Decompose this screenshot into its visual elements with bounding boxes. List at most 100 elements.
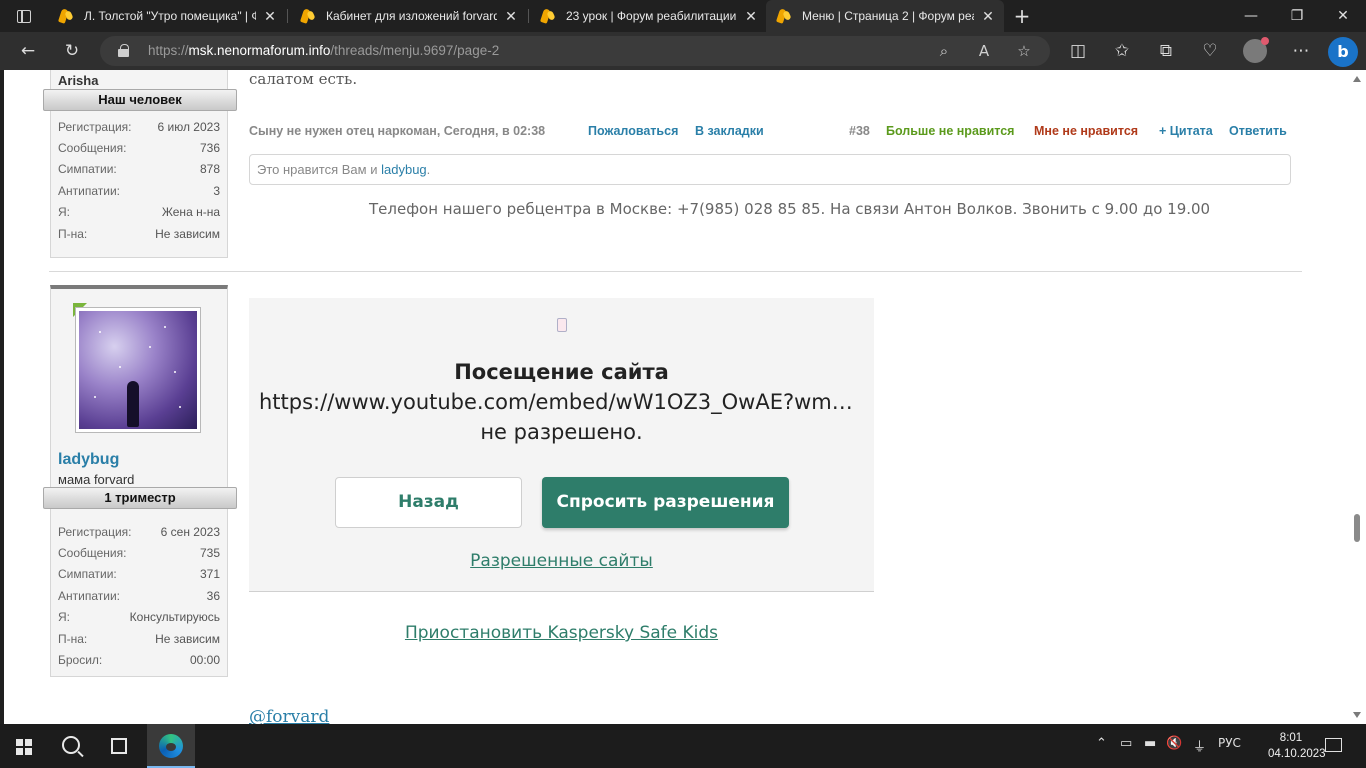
pause-kaspersky-link[interactable]: Приостановить Kaspersky Safe Kids <box>249 623 874 643</box>
close-tab-icon[interactable]: ✕ <box>503 8 519 25</box>
scroll-down-icon[interactable] <box>1353 712 1361 718</box>
stat-row: Сообщения: 735 <box>58 546 220 561</box>
clock-time: 8:01 <box>1279 732 1303 744</box>
tab-title: Меню | Страница 2 | Форум реа <box>802 9 974 23</box>
stat-row: Симпатии: 878 <box>58 162 220 177</box>
post1-title-date[interactable]: Сыну не нужен отец наркоман, Сегодня, в … <box>249 124 545 138</box>
bing-copilot-icon[interactable]: b <box>1328 37 1358 67</box>
page-viewport: Arisha Наш человек Регистрация: 6 июл 202… <box>4 70 1348 724</box>
post1-signature: Телефон нашего ребцентра в Москве: +7(98… <box>369 200 1211 218</box>
browser-essentials-icon[interactable]: ♡ <box>1196 38 1224 64</box>
stat-row: Бросил: 00:00 <box>58 653 220 668</box>
forum-favicon-icon <box>540 8 556 24</box>
restore-button[interactable]: ❐ <box>1274 0 1320 32</box>
tab-menu-page-2[interactable]: Меню | Страница 2 | Форум реа ✕ <box>766 0 1004 32</box>
likes-suffix: . <box>426 162 431 177</box>
likes-user-link[interactable]: ladybug <box>381 162 427 177</box>
tab-title: Л. Толстой "Утро помещика" | Ф <box>84 9 256 23</box>
mention-link[interactable]: @forvard <box>249 707 329 724</box>
post2-avatar[interactable] <box>75 307 201 433</box>
unlike-link[interactable]: Больше не нравится <box>886 124 1014 138</box>
windows-start-icon[interactable] <box>16 739 32 755</box>
zoom-icon[interactable]: ⌕ <box>932 39 956 63</box>
page-scrollbar[interactable] <box>1348 70 1366 724</box>
post2-rank-ribbon: 1 триместр <box>43 487 237 509</box>
minimize-button[interactable]: — <box>1228 0 1274 32</box>
tab-divider <box>287 9 288 23</box>
favorite-star-icon[interactable]: ☆ <box>1012 39 1036 63</box>
post1-meta-bar: Сыну не нужен отец наркоман, Сегодня, в … <box>249 124 1291 142</box>
meet-now-icon[interactable]: ▭ <box>1120 736 1132 751</box>
bookmark-link[interactable]: В закладки <box>695 124 764 138</box>
post1-username[interactable]: Arisha <box>58 73 98 88</box>
split-screen-icon[interactable]: ◫ <box>1064 38 1092 64</box>
close-tab-icon[interactable]: ✕ <box>262 8 278 25</box>
tab-lesson-23[interactable]: 23 урок | Форум реабилитации ✕ <box>530 0 767 32</box>
scroll-thumb[interactable] <box>1354 514 1360 542</box>
battery-icon[interactable]: ▬ <box>1144 736 1156 751</box>
post2-stats: Регистрация: 6 сен 2023 Сообщения: 735 Сим… <box>51 521 227 671</box>
post-number-link[interactable]: #38 <box>849 124 870 138</box>
volume-muted-icon[interactable]: 🔇 <box>1166 736 1182 751</box>
tab-tolstoy[interactable]: Л. Толстой "Утро помещика" | Ф ✕ <box>48 0 286 32</box>
favorites-icon[interactable]: ✩ <box>1108 38 1136 64</box>
tab-title: Кабинет для изложений forvard <box>326 9 497 23</box>
notifications-icon[interactable] <box>1325 738 1342 752</box>
silhouette <box>127 381 139 427</box>
browser-toolbar: ← ↻ https://msk.nenormaforum.info/thread… <box>0 32 1366 70</box>
new-tab-button[interactable]: + <box>1010 4 1034 28</box>
ask-permission-button[interactable]: Спросить разрешения <box>542 477 789 528</box>
network-icon[interactable]: ⏚ <box>1193 736 1206 755</box>
report-link[interactable]: Пожаловаться <box>588 124 678 138</box>
forum-favicon-icon <box>58 8 74 24</box>
edge-icon <box>159 734 183 758</box>
collections-icon[interactable]: ⧉ <box>1152 38 1180 64</box>
blocked-subtitle: не разрешено. <box>480 420 643 444</box>
dislike-link[interactable]: Мне не нравится <box>1034 124 1138 138</box>
tab-strip: Л. Толстой "Утро помещика" | Ф ✕ Кабинет… <box>0 0 1366 32</box>
stat-row: Сообщения: 736 <box>58 141 220 156</box>
read-aloud-icon[interactable]: A <box>972 39 996 63</box>
language-indicator[interactable]: РУС <box>1218 736 1241 750</box>
task-view-icon[interactable] <box>111 738 127 754</box>
tab-title: 23 урок | Форум реабилитации <box>566 9 737 23</box>
clock[interactable]: 8:01 04.10.2023 <box>1268 730 1326 762</box>
likes-prefix: Это нравится Вам и <box>257 162 378 177</box>
allowed-sites-link[interactable]: Разрешенные сайты <box>249 551 874 571</box>
blocked-site-panel: Посещение сайта https://www.youtube.com/… <box>249 298 874 592</box>
stat-row: Я: Консультируюсь <box>58 610 220 625</box>
blocked-title: Посещение сайта <box>454 360 669 384</box>
stat-row: Антипатии: 36 <box>58 588 220 603</box>
scroll-up-icon[interactable] <box>1353 76 1361 82</box>
forum-favicon-icon <box>300 8 316 24</box>
back-arrow-icon[interactable]: ← <box>14 38 42 64</box>
post2-user-card: ladybug мама forvard 1 триместр Регистра… <box>43 285 237 677</box>
stat-row: Я: Жена н-на <box>58 205 220 220</box>
close-tab-icon[interactable]: ✕ <box>743 8 759 25</box>
post2-username[interactable]: ladybug <box>51 451 119 469</box>
post1-text: салатом есть. <box>249 70 358 88</box>
quote-link[interactable]: + Цитата <box>1159 124 1213 138</box>
post1-likes-summary: Это нравится Вам и ladybug. <box>249 154 1291 185</box>
refresh-icon[interactable]: ↻ <box>58 38 86 64</box>
tab-divider <box>528 9 529 23</box>
profile-avatar-icon[interactable] <box>1243 37 1269 63</box>
chevron-up-icon[interactable]: ⌃ <box>1096 736 1107 751</box>
reply-link[interactable]: Ответить <box>1229 124 1287 138</box>
lock-icon[interactable] <box>118 44 129 57</box>
search-icon[interactable] <box>62 736 80 754</box>
post-divider <box>49 271 1302 272</box>
close-tab-icon[interactable]: ✕ <box>980 8 996 25</box>
post1-user-card: Arisha Наш человек Регистрация: 6 июл 202… <box>43 70 237 258</box>
more-menu-icon[interactable]: ⋯ <box>1287 38 1315 64</box>
url-text[interactable]: https://msk.nenormaforum.info/threads/me… <box>148 43 499 58</box>
kaspersky-kid-icon <box>557 318 567 332</box>
stat-row: Регистрация: 6 июл 2023 <box>58 119 220 134</box>
close-window-button[interactable]: ✕ <box>1320 0 1366 32</box>
address-bar[interactable]: https://msk.nenormaforum.info/threads/me… <box>100 36 1050 66</box>
tab-actions-icon[interactable] <box>8 4 40 28</box>
edge-taskbar-button[interactable] <box>147 724 195 768</box>
tab-izlozhenia[interactable]: Кабинет для изложений forvard ✕ <box>290 0 527 32</box>
back-button[interactable]: Назад <box>335 477 522 528</box>
bing-label: b <box>1337 42 1349 61</box>
